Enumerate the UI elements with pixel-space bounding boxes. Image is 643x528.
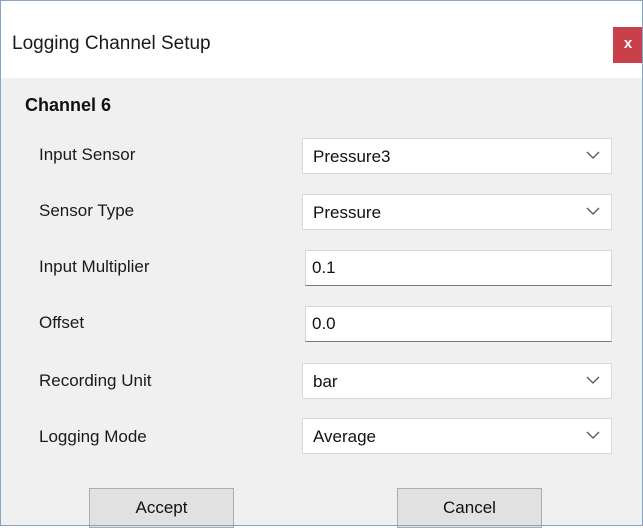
chevron-down-icon — [586, 376, 600, 384]
offset-label: Offset — [39, 313, 85, 332]
sensor-type-value: Pressure — [313, 203, 382, 222]
logging-mode-label: Logging Mode — [39, 427, 147, 446]
input-sensor-label: Input Sensor — [39, 145, 136, 164]
channel-heading: Channel 6 — [25, 95, 112, 115]
sensor-type-label: Sensor Type — [39, 201, 135, 220]
recording-unit-value: bar — [313, 372, 338, 391]
chevron-down-icon — [586, 207, 600, 215]
input-multiplier-label: Input Multiplier — [39, 257, 150, 276]
offset-field[interactable] — [305, 306, 612, 342]
close-icon: x — [623, 35, 633, 52]
logging-mode-dropdown[interactable]: Average — [302, 418, 612, 454]
chevron-down-icon — [586, 431, 600, 439]
chevron-down-icon — [586, 151, 600, 159]
title-bar[interactable]: Logging Channel Setup x — [0, 0, 643, 78]
logging-mode-value: Average — [313, 427, 377, 446]
input-multiplier-input[interactable] — [306, 251, 611, 285]
accept-button[interactable]: Accept — [89, 488, 234, 528]
close-button[interactable]: x — [613, 27, 643, 63]
input-multiplier-field[interactable] — [305, 250, 612, 286]
input-sensor-dropdown[interactable]: Pressure3 — [302, 138, 612, 174]
cancel-button[interactable]: Cancel — [397, 488, 542, 528]
recording-unit-dropdown[interactable]: bar — [302, 363, 612, 399]
logging-channel-setup-dialog: Logging Channel Setup x Channel 6 Input … — [0, 0, 643, 528]
offset-input[interactable] — [306, 307, 611, 341]
window-title: Logging Channel Setup — [12, 33, 211, 54]
sensor-type-dropdown[interactable]: Pressure — [302, 194, 612, 230]
input-sensor-value: Pressure3 — [313, 147, 391, 166]
recording-unit-label: Recording Unit — [39, 371, 152, 390]
